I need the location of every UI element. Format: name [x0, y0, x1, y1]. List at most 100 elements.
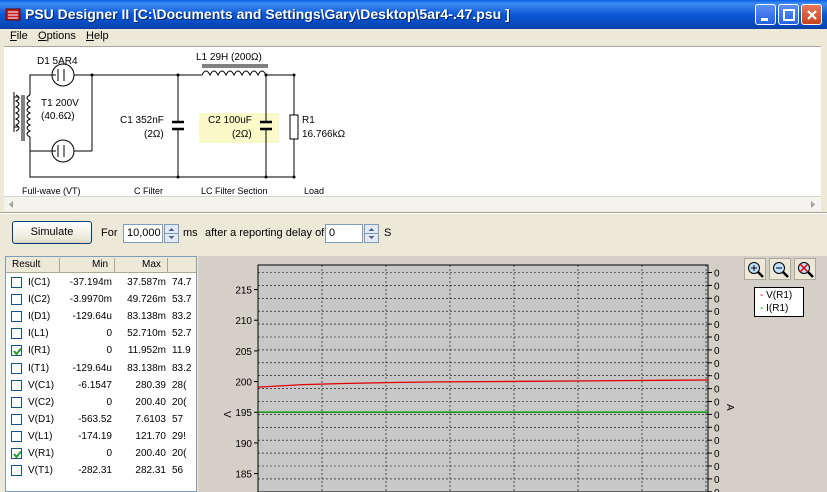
duration-input[interactable]: 10,000: [123, 224, 163, 243]
left-tick-label: 190: [235, 439, 252, 450]
result-max: 52.710m: [127, 328, 166, 340]
l1-label: L1 29H (200Ω): [196, 52, 262, 63]
app-icon: [5, 8, 21, 21]
window-title: PSU Designer II [C:\Documents and Settin…: [25, 6, 510, 22]
maximize-button[interactable]: [778, 4, 799, 25]
result-checkbox[interactable]: [11, 379, 22, 391]
close-button[interactable]: [801, 4, 822, 25]
check-icon: [13, 450, 22, 459]
right-tick-label: 0: [714, 320, 720, 331]
header-result[interactable]: Result: [12, 259, 40, 270]
table-row[interactable]: I(C1) -37.194m 37.587m 74.7: [6, 274, 196, 291]
result-checkbox[interactable]: [11, 448, 22, 459]
menu-options[interactable]: Options: [38, 30, 76, 42]
section-load: Load: [304, 186, 325, 196]
right-tick-label: 0: [714, 372, 720, 383]
r1-label: R1: [302, 115, 315, 126]
result-name: V(L1): [28, 430, 53, 442]
y-axis-label: V: [221, 411, 232, 418]
table-row[interactable]: I(C2) -3.9970m 49.726m 53.7: [6, 291, 196, 308]
minimize-button[interactable]: [755, 4, 776, 25]
left-tick-label: 195: [235, 408, 252, 419]
table-row[interactable]: V(L1) -174.19 121.70 29!: [6, 428, 196, 445]
table-row[interactable]: I(T1) -129.64u 83.138m 83.2: [6, 360, 196, 377]
zoom-out-button[interactable]: [769, 258, 791, 280]
table-row[interactable]: V(C2) 0 200.40 20(: [6, 394, 196, 411]
result-checkbox[interactable]: [11, 311, 22, 323]
menu-file[interactable]: File: [10, 30, 28, 42]
result-min: 0: [106, 448, 112, 459]
result-checkbox[interactable]: [11, 294, 22, 306]
result-min: -129.64u: [72, 362, 112, 374]
result-checkbox[interactable]: [11, 345, 22, 357]
schematic-panel: D1 5AR4 T1 200V (40.6Ω) L1 29H (200Ω) C1…: [4, 46, 821, 196]
duration-spinner[interactable]: [164, 224, 179, 243]
zoom-reset-button[interactable]: [794, 258, 816, 280]
t1-resistance: (40.6Ω): [41, 111, 75, 122]
check-icon: [13, 348, 22, 356]
result-extra: 56: [172, 465, 184, 477]
right-tick-label: 0: [714, 333, 720, 344]
result-checkbox[interactable]: [11, 413, 22, 425]
delay-label: after a reporting delay of: [205, 227, 325, 239]
divider: [0, 212, 827, 214]
table-row[interactable]: I(R1) 0 11.952m 11.9: [6, 342, 196, 359]
result-extra: 83.2: [172, 311, 192, 323]
right-tick-label: 0: [714, 398, 720, 409]
result-min: -174.19: [78, 430, 112, 442]
scroll-right-arrow[interactable]: [805, 198, 820, 211]
zoom-out-icon: [773, 262, 789, 278]
y2-axis-label: A: [724, 404, 735, 411]
menu-help[interactable]: Help: [86, 30, 109, 42]
right-tick-label: 0: [714, 307, 720, 318]
result-checkbox[interactable]: [11, 465, 22, 477]
table-row[interactable]: V(D1) -563.52 7.6103 57: [6, 411, 196, 428]
right-tick-label: 0: [714, 475, 720, 486]
left-tick-label: 210: [235, 316, 252, 327]
result-min: -3.9970m: [69, 294, 112, 306]
result-extra: 74.7: [172, 277, 192, 288]
right-tick-label: 0: [714, 269, 720, 280]
plot-area: [257, 264, 709, 492]
result-name: V(T1): [28, 465, 53, 477]
zoom-in-button[interactable]: [744, 258, 766, 280]
schematic-scrollbar[interactable]: [4, 196, 821, 211]
result-name: V(R1): [28, 448, 55, 459]
c1-resistance: (2Ω): [144, 129, 164, 140]
graph-panel: 000000000000000000215210205200195190185V…: [198, 256, 827, 492]
result-name: V(C2): [28, 396, 55, 408]
table-row[interactable]: V(T1) -282.31 282.31 56: [6, 462, 196, 479]
table-row[interactable]: I(D1) -129.64u 83.138m 83.2: [6, 308, 196, 325]
header-max[interactable]: Max: [142, 259, 161, 270]
delay-spinner[interactable]: [364, 224, 379, 243]
table-row[interactable]: V(C1) -6.1547 280.39 28(: [6, 377, 196, 394]
scroll-left-arrow[interactable]: [4, 198, 19, 211]
right-tick-label: 0: [714, 346, 720, 357]
result-min: -563.52: [78, 413, 112, 425]
result-checkbox[interactable]: [11, 396, 22, 408]
chart-svg[interactable]: 000000000000000000215210205200195190185V…: [198, 256, 827, 492]
result-checkbox[interactable]: [11, 362, 22, 374]
table-row[interactable]: I(L1) 0 52.710m 52.7: [6, 325, 196, 342]
result-max: 11.952m: [127, 345, 166, 357]
result-checkbox[interactable]: [11, 328, 22, 340]
result-extra: 83.2: [172, 362, 192, 374]
result-extra: 29!: [172, 430, 186, 442]
c2-label[interactable]: C2 100uF: [208, 115, 252, 126]
table-row[interactable]: V(R1) 0 200.40 20(: [6, 445, 196, 462]
result-checkbox[interactable]: [11, 277, 22, 288]
left-tick-label: 200: [235, 378, 252, 389]
header-min[interactable]: Min: [92, 259, 108, 270]
result-name: I(C2): [28, 294, 51, 306]
ms-label: ms: [183, 227, 198, 239]
result-min: 0: [106, 345, 112, 357]
simulate-button[interactable]: Simulate: [12, 221, 92, 244]
result-min: -37.194m: [69, 277, 112, 288]
result-extra: 52.7: [172, 328, 192, 340]
title-bar: PSU Designer II [C:\Documents and Settin…: [0, 0, 827, 29]
result-checkbox[interactable]: [11, 430, 22, 442]
result-extra: 20(: [172, 448, 187, 459]
result-extra: 53.7: [172, 294, 192, 306]
zoom-in-icon: [748, 262, 764, 278]
delay-input[interactable]: 0: [325, 224, 363, 243]
